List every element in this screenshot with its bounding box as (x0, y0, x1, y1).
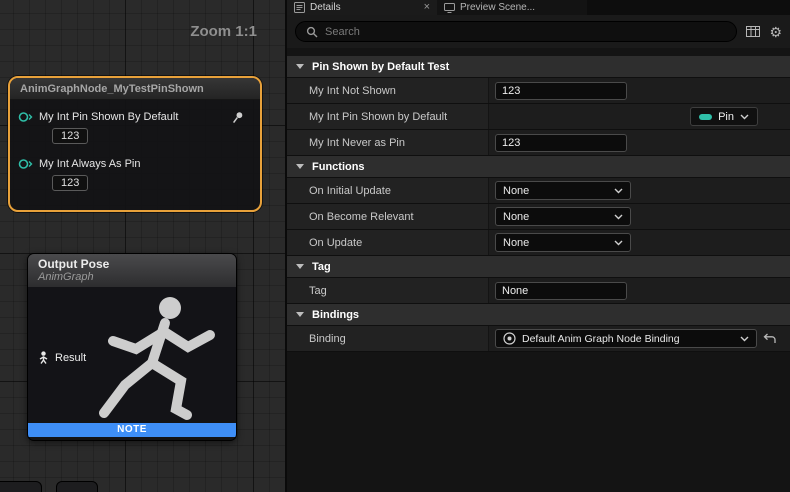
property-value: Default Anim Graph Node Binding (489, 326, 790, 351)
property-label: My Int Not Shown (287, 78, 489, 103)
int-pin-icon[interactable] (18, 158, 33, 170)
preview-scene-tab-icon (444, 2, 455, 13)
node-title[interactable]: AnimGraphNode_MyTestPinShown (10, 78, 260, 100)
settings-gear-icon[interactable]: ⚙ (769, 25, 782, 39)
property-value (489, 130, 790, 155)
section-title: Pin Shown by Default Test (312, 61, 449, 73)
property-value: Pin (489, 104, 790, 129)
property-label: Binding (287, 326, 489, 351)
property-row: Tag (287, 278, 790, 304)
tab-label: Preview Scene... (460, 2, 535, 13)
section-title: Functions (312, 161, 365, 173)
display-filter-icon[interactable] (746, 26, 760, 37)
property-list: Pin Shown by Default Test My Int Not Sho… (287, 48, 790, 492)
pin-row[interactable]: My Int Always As Pin (18, 156, 252, 172)
pin-row[interactable]: My Int Pin Shown By Default (18, 109, 252, 125)
pin-value-input[interactable]: 123 (52, 175, 88, 191)
node-body: Result NOTE (28, 287, 236, 437)
note-bar: NOTE (28, 423, 236, 437)
property-value: None (489, 178, 790, 203)
binding-dropdown[interactable]: Default Anim Graph Node Binding (495, 329, 757, 348)
property-label: On Update (287, 230, 489, 255)
property-row: My Int Not Shown (287, 78, 790, 104)
section-title: Bindings (312, 309, 359, 321)
pin-capsule-icon (699, 114, 712, 120)
binding-icon (503, 332, 516, 345)
chevron-down-icon (614, 240, 623, 246)
tab-label: Details (310, 2, 341, 13)
search-box[interactable] (295, 21, 737, 42)
property-label: My Int Never as Pin (287, 130, 489, 155)
function-select-dropdown[interactable]: None (495, 233, 631, 252)
details-toolbar: ⚙ (287, 15, 790, 48)
property-row: On Become Relevant None (287, 204, 790, 230)
property-value (489, 278, 790, 303)
mannequin-figure (73, 287, 233, 437)
result-pin[interactable]: Result (38, 351, 86, 364)
animgraph-canvas[interactable]: Zoom 1:1 AnimGraphNode_MyTestPinShown My… (0, 0, 285, 492)
function-select-dropdown[interactable]: None (495, 181, 631, 200)
pin-label: My Int Pin Shown By Default (39, 111, 178, 123)
pushpin-icon[interactable] (232, 111, 244, 124)
tag-input[interactable] (495, 282, 627, 300)
pose-pin-icon[interactable] (38, 351, 49, 364)
section-header-pin-shown-by-default-test[interactable]: Pin Shown by Default Test (287, 56, 790, 78)
property-label: Tag (287, 278, 489, 303)
partial-node[interactable] (0, 481, 42, 492)
details-tab-icon (294, 2, 305, 13)
property-label: My Int Pin Shown by Default (287, 104, 489, 129)
property-label: On Become Relevant (287, 204, 489, 229)
int-pin-icon[interactable] (18, 111, 33, 123)
result-pin-label: Result (55, 352, 86, 364)
node-body: My Int Pin Shown By Default 123 My Int A… (10, 100, 260, 203)
reset-to-default-icon[interactable] (763, 333, 776, 344)
property-label: On Initial Update (287, 178, 489, 203)
details-panel: Details × Preview Scene... ⚙ Pin Shown (285, 0, 790, 492)
property-row: Binding Default Anim Graph Node Binding (287, 326, 790, 352)
pin-label: My Int Always As Pin (39, 158, 140, 170)
section-header-functions[interactable]: Functions (287, 156, 790, 178)
int-value-input[interactable] (495, 134, 627, 152)
section-title: Tag (312, 261, 331, 273)
partial-node[interactable] (56, 481, 98, 492)
node-header[interactable]: Output Pose AnimGraph (28, 254, 236, 287)
property-row: On Update None (287, 230, 790, 256)
chevron-down-icon (614, 188, 623, 194)
search-icon (306, 26, 318, 38)
function-select-dropdown[interactable]: None (495, 207, 631, 226)
node-animgraphnode-mytestpinshown[interactable]: AnimGraphNode_MyTestPinShown My Int Pin … (8, 76, 262, 212)
property-row: My Int Pin Shown by Default Pin (287, 104, 790, 130)
pin-value-input[interactable]: 123 (52, 128, 88, 144)
property-value: None (489, 204, 790, 229)
chevron-down-icon (740, 114, 749, 120)
search-input[interactable] (325, 26, 726, 38)
property-value (489, 78, 790, 103)
chevron-down-icon (614, 214, 623, 220)
node-title: Output Pose (38, 257, 226, 271)
tab-bar: Details × Preview Scene... (287, 0, 790, 15)
property-row: On Initial Update None (287, 178, 790, 204)
pin-dropdown-button[interactable]: Pin (690, 107, 758, 126)
chevron-down-icon (296, 312, 304, 317)
tab-preview-scene[interactable]: Preview Scene... (437, 0, 587, 15)
int-value-input[interactable] (495, 82, 627, 100)
pin-button-label: Pin (718, 111, 734, 123)
close-tab-icon[interactable]: × (424, 2, 430, 13)
chevron-down-icon (296, 164, 304, 169)
property-value: None (489, 230, 790, 255)
chevron-down-icon (740, 336, 749, 342)
node-output-pose[interactable]: Output Pose AnimGraph Result (27, 253, 237, 441)
property-row: My Int Never as Pin (287, 130, 790, 156)
zoom-level-label: Zoom 1:1 (190, 23, 257, 40)
section-header-bindings[interactable]: Bindings (287, 304, 790, 326)
node-subtitle: AnimGraph (38, 271, 226, 283)
tab-details[interactable]: Details × (287, 0, 437, 15)
chevron-down-icon (296, 264, 304, 269)
section-header-tag[interactable]: Tag (287, 256, 790, 278)
chevron-down-icon (296, 64, 304, 69)
unreal-editor-window: Zoom 1:1 AnimGraphNode_MyTestPinShown My… (0, 0, 790, 492)
